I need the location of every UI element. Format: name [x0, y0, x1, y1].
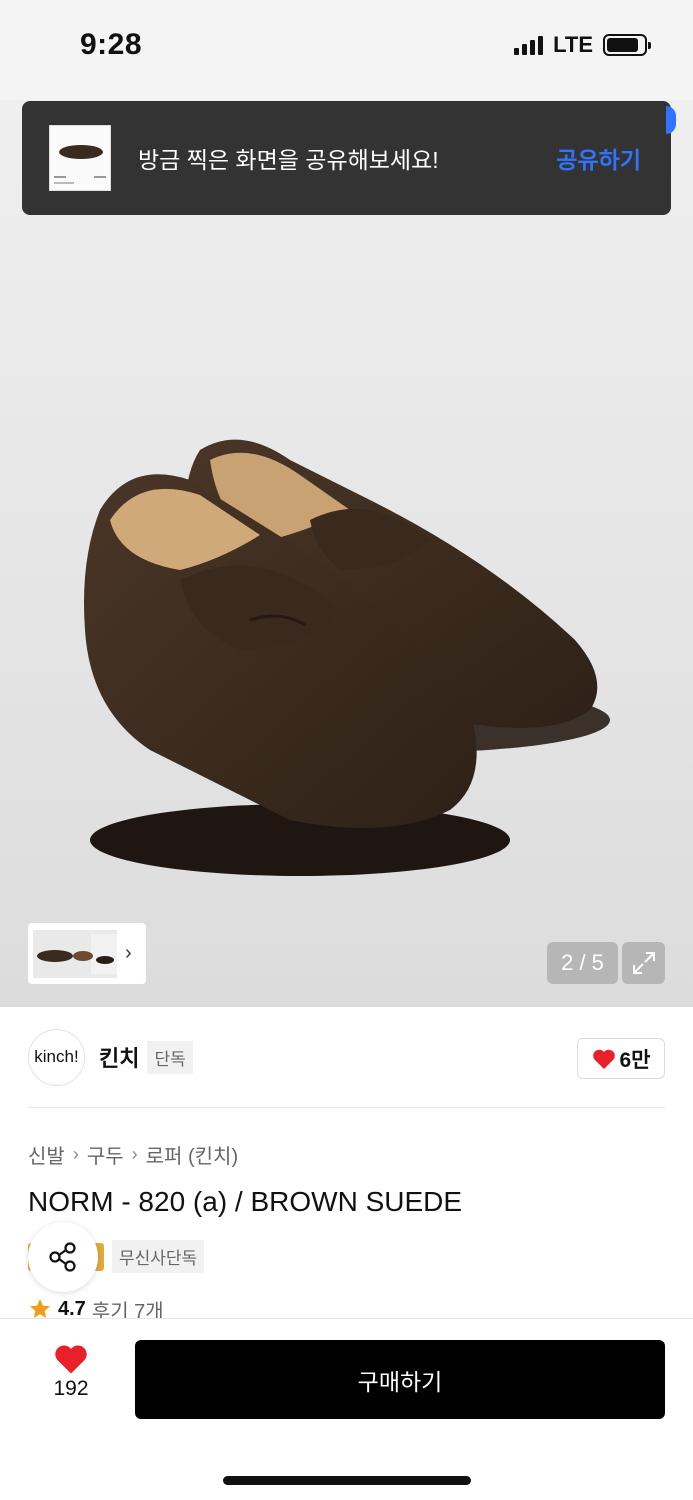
status-indicators: LTE — [514, 32, 651, 58]
wishlist-button[interactable]: 192 — [40, 1343, 102, 1401]
brand-tag: 단독 — [147, 1040, 193, 1074]
status-time: 9:28 — [80, 28, 143, 61]
heart-icon — [592, 1049, 615, 1069]
brand-row: kinch! 킨치 단독 6만 — [28, 1028, 665, 1086]
product-image — [84, 439, 610, 876]
share-icon — [49, 1242, 76, 1272]
toast-message: 방금 찍은 화면을 공유해보세요! — [138, 147, 439, 173]
brand-like-count: 6만 — [619, 1048, 651, 1072]
share-button[interactable] — [28, 1222, 98, 1292]
expand-icon[interactable] — [622, 942, 665, 984]
share-now-button[interactable]: 공유하기 — [556, 141, 641, 175]
divider — [28, 1107, 665, 1108]
breadcrumb: 신발 › 구두 › 로퍼 (킨치) — [28, 1140, 238, 1169]
status-bar: 9:28 LTE — [0, 0, 693, 100]
image-counter: 2 / 5 — [547, 942, 618, 984]
breadcrumb-item[interactable]: 신발 — [28, 1140, 65, 1169]
rating-score: 4.7 — [58, 1298, 86, 1320]
thumbnail-strip[interactable]: › — [28, 923, 146, 984]
bottom-action-bar: 192 구매하기 — [0, 1318, 693, 1500]
wishlist-count: 192 — [53, 1377, 89, 1400]
star-icon — [30, 1299, 50, 1318]
chevron-right-icon: › — [131, 1144, 138, 1164]
screenshot-thumbnail — [49, 125, 111, 191]
brand-logo[interactable]: kinch! — [28, 1028, 85, 1086]
brand-name[interactable]: 킨치 — [99, 1041, 139, 1073]
review-count[interactable]: 후기 7개 — [92, 1298, 164, 1321]
signal-icon — [514, 35, 544, 55]
buy-button[interactable]: 구매하기 — [135, 1340, 665, 1419]
product-gallery[interactable] — [0, 100, 693, 1007]
rating-row[interactable]: 4.7 후기 7개 — [28, 1298, 164, 1320]
heart-icon — [55, 1345, 87, 1374]
battery-icon — [603, 34, 651, 56]
product-title: NORM - 820 (a) / BROWN SUEDE — [28, 1186, 463, 1217]
home-indicator — [223, 1476, 471, 1485]
exclusive-badge: 무신사단독 — [112, 1240, 205, 1273]
chevron-right-icon[interactable]: › — [125, 942, 132, 965]
breadcrumb-item[interactable]: 로퍼 (킨치) — [146, 1140, 238, 1169]
breadcrumb-item[interactable]: 구두 — [87, 1140, 124, 1169]
chevron-right-icon: › — [72, 1144, 79, 1164]
brand-like-button[interactable]: 6만 — [577, 1038, 665, 1079]
share-toast: 방금 찍은 화면을 공유해보세요! 공유하기 — [22, 101, 671, 215]
network-label: LTE — [553, 32, 593, 57]
thumbnail-image — [33, 929, 117, 978]
